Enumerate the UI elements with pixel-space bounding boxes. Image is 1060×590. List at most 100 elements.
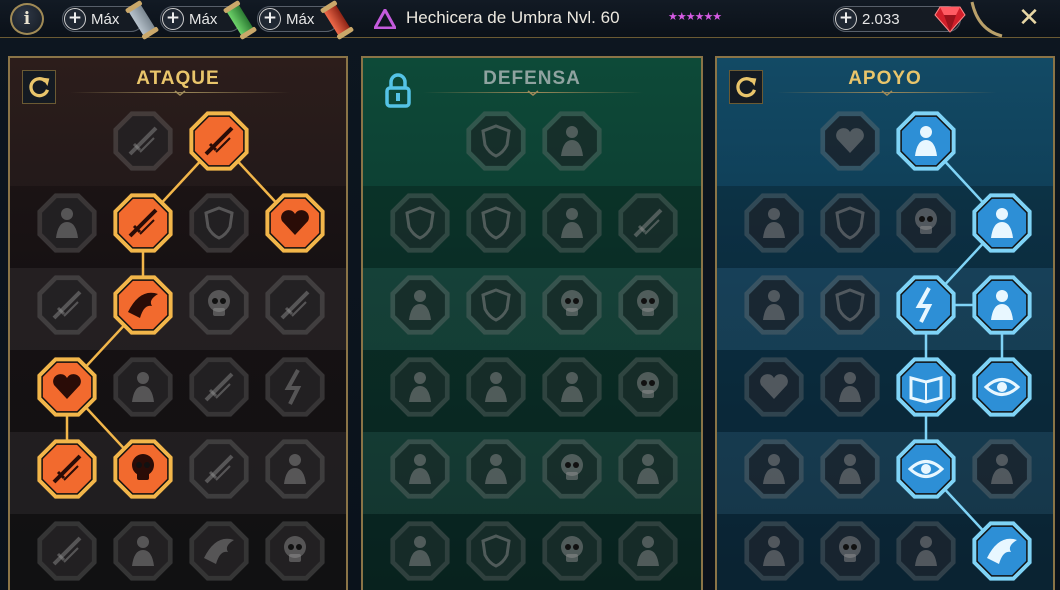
skill-node-swirl-fist[interactable] xyxy=(893,108,959,174)
skill-node-claw-strike[interactable] xyxy=(34,436,100,502)
skill-node-cracked-shield[interactable] xyxy=(463,108,529,174)
gauntlet-icon xyxy=(113,357,173,417)
skill-node-drip[interactable] xyxy=(463,436,529,502)
add-resource-button[interactable]: + xyxy=(64,8,86,30)
open-hand-icon xyxy=(542,357,602,417)
skill-node-demon-figure[interactable] xyxy=(34,190,100,256)
skill-node-shatter[interactable] xyxy=(893,272,959,338)
skill-node-open-hand[interactable] xyxy=(539,354,605,420)
skill-node-knight-helm[interactable] xyxy=(110,518,176,584)
twin-figures-icon xyxy=(972,275,1032,335)
skill-node-comet[interactable] xyxy=(817,354,883,420)
halo-skull-icon xyxy=(618,275,678,335)
skill-node-skull[interactable] xyxy=(817,518,883,584)
info-button[interactable]: i xyxy=(10,3,44,35)
split-shield-icon xyxy=(466,275,526,335)
red-scroll-resource[interactable]: + Máx xyxy=(257,2,352,38)
skill-node-twin-skulls[interactable] xyxy=(110,436,176,502)
skill-node-tall-figure[interactable] xyxy=(387,354,453,420)
spike-guard-icon xyxy=(390,275,450,335)
skill-node-crossed-swords-sparks[interactable] xyxy=(34,518,100,584)
skill-node-raised-fist[interactable] xyxy=(539,108,605,174)
chain-lightning-icon xyxy=(265,357,325,417)
skill-node-all-seeing-eye[interactable] xyxy=(893,436,959,502)
skill-node-glaring-eyes[interactable] xyxy=(969,354,1035,420)
leaping-figure-icon xyxy=(972,439,1032,499)
skill-node-hooded-skull[interactable] xyxy=(539,272,605,338)
skill-node-axe[interactable] xyxy=(186,354,252,420)
open-book-icon xyxy=(896,357,956,417)
skill-node-skull-crest[interactable] xyxy=(262,518,328,584)
skill-node-fanged-mouth[interactable] xyxy=(110,272,176,338)
skill-node-flexing-figure[interactable] xyxy=(615,518,681,584)
skill-node-grasping-hand[interactable] xyxy=(893,518,959,584)
skill-node-compass-star[interactable] xyxy=(741,436,807,502)
triple-slash-icon xyxy=(113,193,173,253)
skill-node-arc-shield[interactable] xyxy=(817,190,883,256)
skill-node-beast[interactable] xyxy=(186,518,252,584)
skill-node-blade-block[interactable] xyxy=(615,190,681,256)
speed-runner-icon xyxy=(390,439,450,499)
skill-node-lightning-shield[interactable] xyxy=(817,272,883,338)
skill-node-bald-skull[interactable] xyxy=(539,518,605,584)
skill-node-bleeding-heart[interactable] xyxy=(262,190,328,256)
defense-tree-panel: DEFENSA xyxy=(361,56,703,590)
crossed-swords-sparks-icon xyxy=(37,521,97,581)
close-button[interactable]: ✕ xyxy=(1012,2,1046,34)
green-scroll-resource[interactable]: + Máx xyxy=(160,2,255,38)
rider-icon xyxy=(542,193,602,253)
menu-arc-icon[interactable] xyxy=(968,0,1004,38)
skill-node-crossed-swords[interactable] xyxy=(110,108,176,174)
skill-node-shield-break[interactable] xyxy=(186,190,252,256)
skill-node-armored-warrior[interactable] xyxy=(387,518,453,584)
skill-node-triple-slash[interactable] xyxy=(110,190,176,256)
skill-node-rider[interactable] xyxy=(539,190,605,256)
skill-node-leaping-figure[interactable] xyxy=(969,436,1035,502)
skill-node-eagle[interactable] xyxy=(969,518,1035,584)
skill-node-fist-strike[interactable] xyxy=(34,272,100,338)
round-shield-icon xyxy=(466,521,526,581)
skill-node-split-shield[interactable] xyxy=(463,272,529,338)
skill-node-deflect[interactable] xyxy=(615,436,681,502)
skill-node-chevron-shield[interactable] xyxy=(387,190,453,256)
skill-node-heart-sparkle[interactable] xyxy=(817,108,883,174)
speed-boot-icon xyxy=(972,193,1032,253)
skill-node-spike-guard[interactable] xyxy=(387,272,453,338)
twin-skulls-icon xyxy=(113,439,173,499)
skill-node-warrior[interactable] xyxy=(262,436,328,502)
demon-figure-icon xyxy=(37,193,97,253)
skill-node-broken-sword[interactable] xyxy=(186,436,252,502)
skill-node-praying-hands[interactable] xyxy=(741,190,807,256)
skill-node-halo-skull[interactable] xyxy=(615,272,681,338)
skill-node-gauntlet[interactable] xyxy=(110,354,176,420)
skill-node-potion[interactable] xyxy=(741,518,807,584)
knight-helm-icon xyxy=(113,521,173,581)
skill-node-round-shield[interactable] xyxy=(463,518,529,584)
skill-node-skull-burst[interactable] xyxy=(539,436,605,502)
skill-node-hourglass-spider[interactable] xyxy=(463,354,529,420)
add-resource-button[interactable]: + xyxy=(259,8,281,30)
resource-amount: Máx xyxy=(286,11,315,28)
warrior-icon xyxy=(265,439,325,499)
skill-node-flaming-heart[interactable] xyxy=(34,354,100,420)
skill-node-twin-figures[interactable] xyxy=(969,272,1035,338)
gem-resource[interactable]: + 2.033 xyxy=(833,6,966,33)
skill-node-axe-hand[interactable] xyxy=(262,272,328,338)
skill-node-smoke-skull[interactable] xyxy=(893,190,959,256)
skill-node-dagger-strike[interactable] xyxy=(186,108,252,174)
skill-node-skull-slash[interactable] xyxy=(186,272,252,338)
skill-node-boot[interactable] xyxy=(817,436,883,502)
skill-node-chain-lightning[interactable] xyxy=(262,354,328,420)
green-scroll-icon xyxy=(225,2,255,38)
skill-node-flame-shield[interactable] xyxy=(463,190,529,256)
skill-node-sparkle-figure[interactable] xyxy=(741,272,807,338)
skill-node-bull-skull[interactable] xyxy=(615,354,681,420)
skill-node-open-book[interactable] xyxy=(893,354,959,420)
tall-figure-icon xyxy=(390,357,450,417)
add-gems-button[interactable]: + xyxy=(835,8,857,30)
skill-node-speed-boot[interactable] xyxy=(969,190,1035,256)
skill-node-chained-heart[interactable] xyxy=(741,354,807,420)
skill-node-speed-runner[interactable] xyxy=(387,436,453,502)
add-resource-button[interactable]: + xyxy=(162,8,184,30)
silver-scroll-resource[interactable]: + Máx xyxy=(62,2,157,38)
